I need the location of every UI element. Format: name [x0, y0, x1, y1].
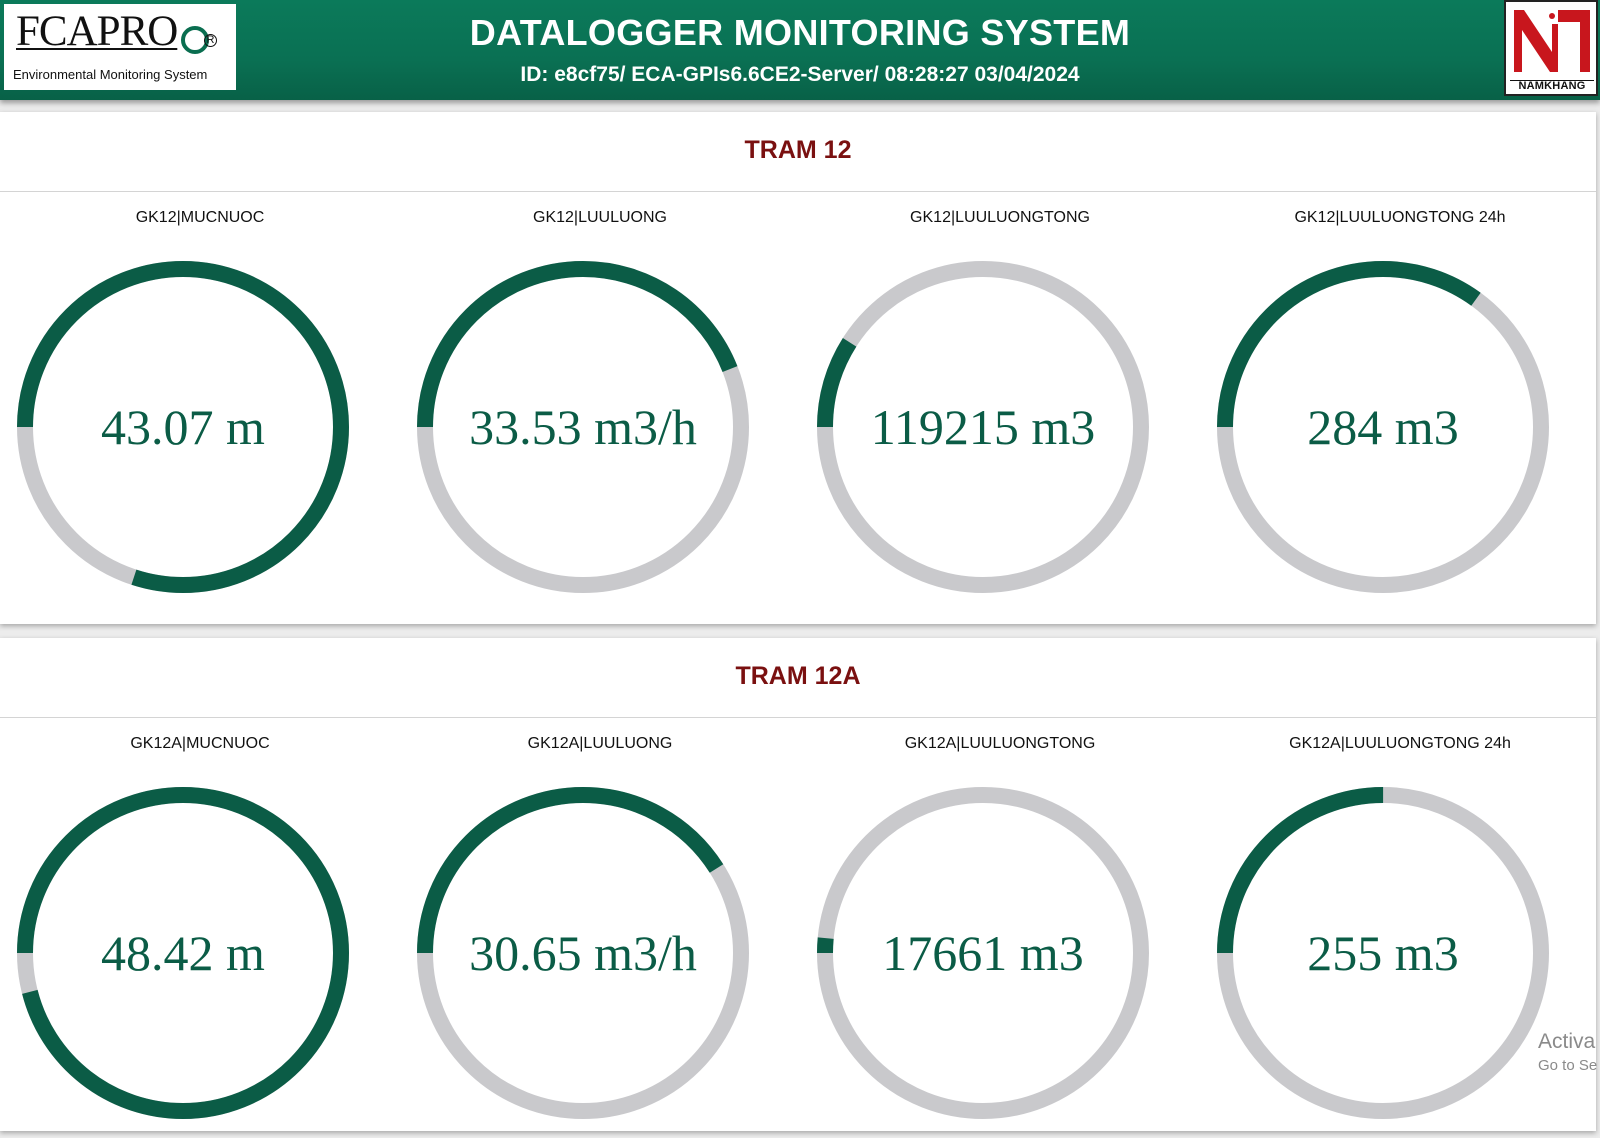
page-title: DATALOGGER MONITORING SYSTEM	[469, 12, 1131, 53]
gauge-row: GK12|MUCNUOC 43.07 m GK12|LUULUONG 33.53…	[0, 192, 1596, 612]
gauge-value: 33.53 m3/h	[469, 399, 697, 455]
gauge-value: 17661 m3	[882, 925, 1084, 981]
system-id-line: ID: e8cf75/ ECA-GPIs6.6CE2-Server/ 08:28…	[520, 63, 1080, 86]
gauge-label: GK12|LUULUONGTONG 24h	[1294, 209, 1506, 226]
gauge-value: 119215 m3	[870, 399, 1096, 455]
gauge-value: 255 m3	[1307, 925, 1459, 981]
gauge-total-flow-24h: GK12|LUULUONGTONG 24h 284 m3	[1200, 192, 1600, 612]
gauge-total-flow: GK12|LUULUONGTONG 119215 m3	[800, 192, 1200, 612]
partner-logo: NAMKHANG	[1504, 0, 1598, 96]
os-activation-watermark: Activa Go to Se	[1538, 1030, 1597, 1078]
gauge-value: 48.42 m	[101, 925, 265, 981]
station-title: TRAM 12A	[0, 638, 1596, 718]
brand-name: FCAPRO	[16, 8, 178, 55]
gauge-row: GK12A|MUCNUOC 48.42 m GK12A|LUULUONG 30.…	[0, 718, 1596, 1138]
gauge-label: GK12|LUULUONGTONG	[910, 209, 1090, 226]
gauge-label: GK12A|LUULUONGTONG 24h	[1289, 735, 1511, 752]
brand-logo: FCAPRO R Environmental Monitoring System	[4, 4, 236, 90]
station-panel-tram-12a: TRAM 12A GK12A|MUCNUOC 48.42 m GK12A|LUU…	[0, 638, 1596, 1131]
watermark-line-1: Activa	[1538, 1030, 1596, 1053]
gauge-label: GK12|MUCNUOC	[135, 209, 265, 226]
gauge-value: 43.07 m	[101, 399, 265, 455]
station-panel-tram-12: TRAM 12 GK12|MUCNUOC 43.07 m GK12|LUULUO…	[0, 112, 1596, 624]
partner-name: NAMKHANG	[1510, 80, 1594, 92]
gauge-water-level: GK12A|MUCNUOC 48.42 m	[0, 718, 400, 1138]
watermark-line-2: Go to Se	[1538, 1057, 1598, 1074]
gauge-label: GK12A|LUULUONGTONG	[904, 735, 1096, 752]
gauge-flow-rate: GK12|LUULUONG 33.53 m3/h	[400, 192, 800, 612]
gauge-value: 30.65 m3/h	[469, 925, 697, 981]
app-header: FCAPRO R Environmental Monitoring System…	[0, 0, 1600, 100]
brand-subtitle: Environmental Monitoring System	[13, 67, 208, 82]
gauge-label: GK12A|LUULUONG	[527, 735, 673, 752]
gauge-flow-rate: GK12A|LUULUONG 30.65 m3/h	[400, 718, 800, 1138]
gauge-water-level: GK12|MUCNUOC 43.07 m	[0, 192, 400, 612]
gauge-label: GK12|LUULUONG	[533, 209, 667, 226]
gauge-value: 284 m3	[1307, 399, 1459, 455]
registered-mark-icon: R	[204, 34, 217, 47]
partner-n-icon	[1514, 10, 1590, 72]
gauge-total-flow: GK12A|LUULUONGTONG 17661 m3	[800, 718, 1200, 1138]
station-title: TRAM 12	[0, 112, 1596, 192]
gauge-label: GK12A|MUCNUOC	[130, 735, 270, 752]
